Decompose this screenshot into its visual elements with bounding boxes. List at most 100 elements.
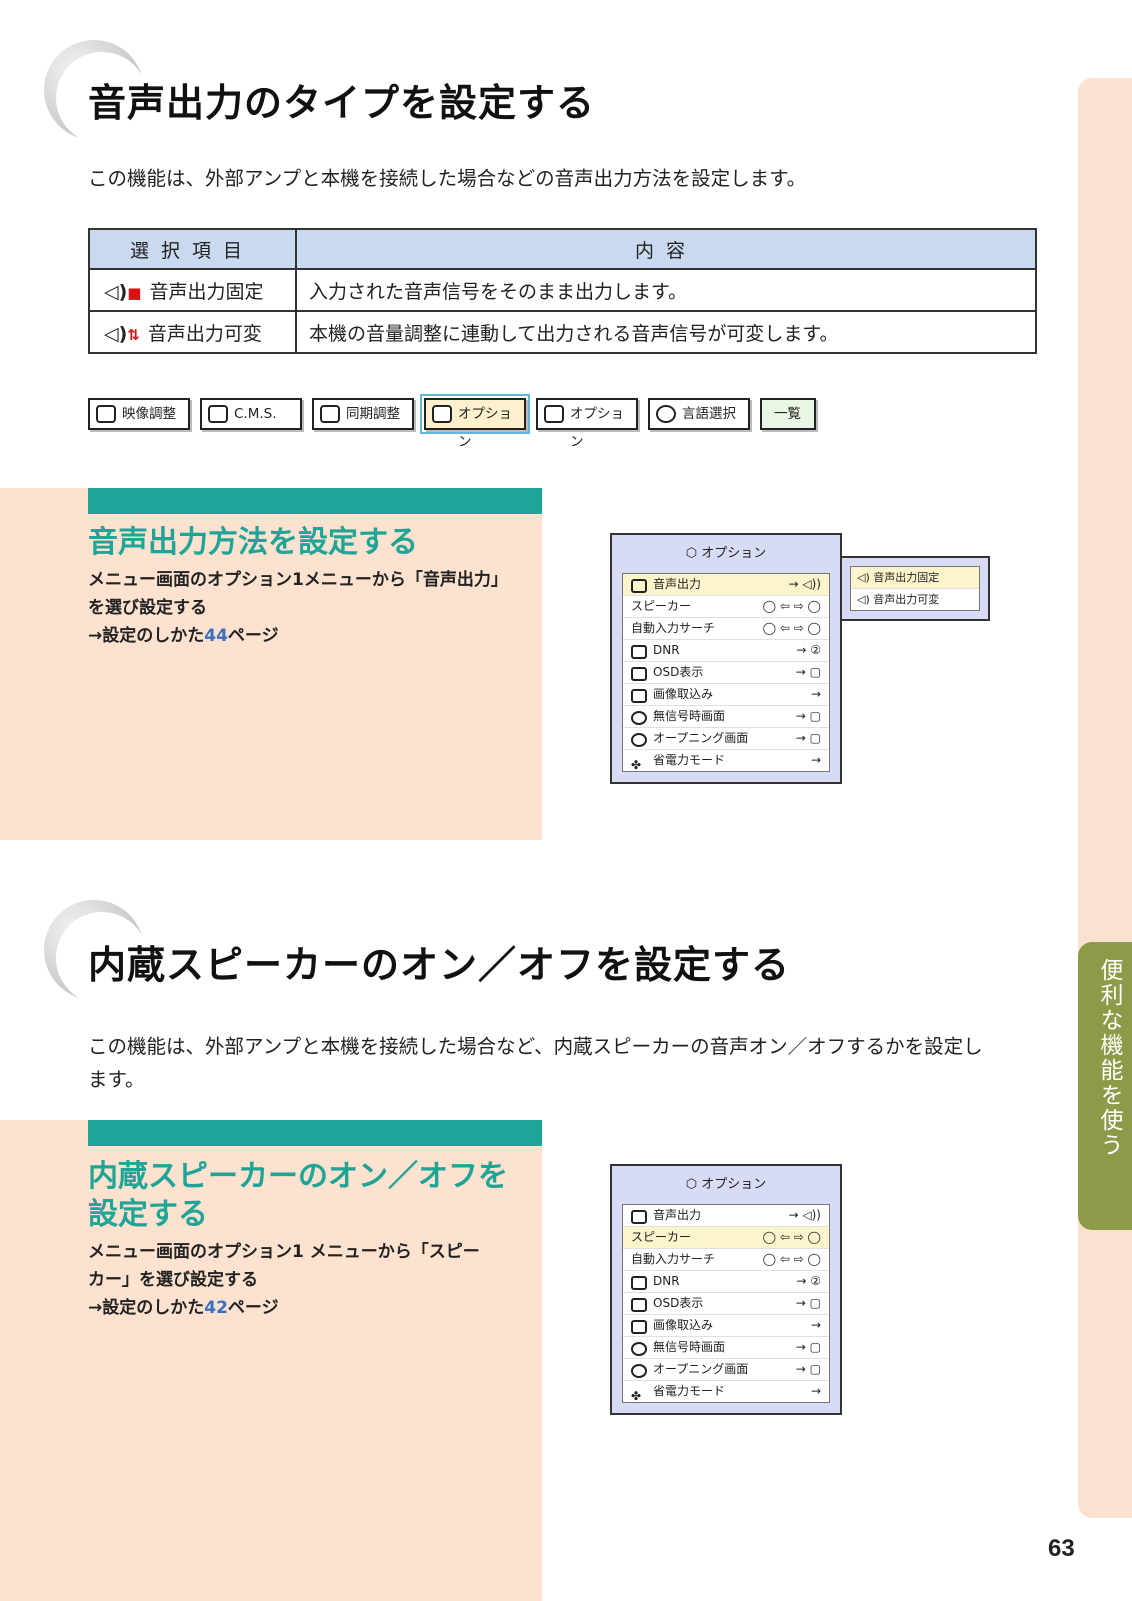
- background-icon: [631, 1342, 647, 1356]
- osd-item-opening[interactable]: オープニング画面 → ▢: [623, 728, 829, 750]
- osd-item-speaker[interactable]: スピーカー ◯ ⇦ ⇨ ◯: [623, 1227, 829, 1249]
- speaker-variable-icon: ◁): [857, 593, 874, 606]
- option-icon: ⬡: [685, 1177, 702, 1192]
- sub2-bar: [88, 1120, 542, 1146]
- tab-option2[interactable]: オプション: [536, 398, 638, 450]
- sub1-bar: [88, 488, 542, 514]
- table-row: ◁)■ 音声出力固定 入力された音声信号をそのまま出力します。: [88, 268, 1037, 312]
- section2-title: 内蔵スピーカーのオン／オフを設定する: [88, 943, 791, 987]
- osd-icon: [631, 1298, 647, 1312]
- osd-title: ⬡ オプション: [685, 1177, 767, 1192]
- table-item-label: 音声出力可変: [147, 322, 262, 345]
- side-tab-background: [1078, 78, 1132, 1518]
- sub1-line1: メニュー画面のオプション1メニューから「音声出力」: [88, 570, 508, 590]
- tab-label: オプション: [458, 406, 512, 450]
- tab-picture[interactable]: 映像調整: [88, 398, 190, 430]
- speaker-icon: [631, 1210, 647, 1224]
- osd-option-menu: ⬡ オプション 音声出力 → ◁)) スピーカー ◯ ⇦ ⇨ ◯ 自動入力サーチ ◯ …: [610, 533, 842, 784]
- option2-icon: [544, 405, 564, 423]
- submenu-item-variable[interactable]: ◁) 音声出力可変: [851, 589, 979, 610]
- side-tab-label: 便利な機能を使う: [1096, 958, 1122, 1158]
- tab-language[interactable]: 言語選択: [648, 398, 750, 430]
- tab-list[interactable]: 一覧: [760, 398, 816, 430]
- background-icon: [631, 711, 647, 725]
- osd-title: ⬡ オプション: [685, 546, 767, 561]
- tab-label: C.M.S.: [234, 406, 277, 422]
- osd-list: 音声出力 → ◁)) スピーカー ◯ ⇦ ⇨ ◯ 自動入力サーチ ◯ ⇦ ⇨ ◯ DN…: [622, 1204, 830, 1403]
- osd-item-osd-display[interactable]: OSD表示 → ▢: [623, 1293, 829, 1315]
- speaker-variable-icon: ◁)⇅: [104, 322, 140, 345]
- sub2-text: メニュー画面のオプション1 メニューから「スピー カー」を選び設定する →設定の…: [88, 1238, 480, 1322]
- cms-icon: [208, 405, 228, 423]
- sub2-heading-line1: 内蔵スピーカーのオン／オフを: [88, 1159, 508, 1194]
- option-table: 選択項目 内容 ◁)■ 音声出力固定 入力された音声信号をそのまま出力します。 ◁…: [88, 228, 1037, 354]
- osd-item-no-signal[interactable]: 無信号時画面 → ▢: [623, 706, 829, 728]
- sub1-text: メニュー画面のオプション1メニューから「音声出力」 を選び設定する →設定のしか…: [88, 566, 508, 650]
- sub2-heading: 内蔵スピーカーのオン／オフを 設定する: [88, 1158, 508, 1234]
- sub2-ref: →設定のしかた42ページ: [88, 1298, 279, 1318]
- sub2-line2: カー」を選び設定する: [88, 1270, 258, 1290]
- osd-submenu: ◁) 音声出力固定 ◁) 音声出力可変: [840, 556, 990, 621]
- osd-item-power-save[interactable]: ✤ 省電力モード →: [623, 1381, 829, 1403]
- tab-label: オプション: [570, 406, 624, 450]
- submenu-item-fixed[interactable]: ◁) 音声出力固定: [851, 567, 979, 589]
- osd-item-no-signal[interactable]: 無信号時画面 → ▢: [623, 1337, 829, 1359]
- osd-item-dnr[interactable]: DNR → ②: [623, 1271, 829, 1293]
- table-item-label: 音声出力固定: [149, 280, 264, 303]
- osd-item-auto-search[interactable]: 自動入力サーチ ◯ ⇦ ⇨ ◯: [623, 618, 829, 640]
- osd-item-capture[interactable]: 画像取込み →: [623, 1315, 829, 1337]
- tab-sync[interactable]: 同期調整: [312, 398, 414, 430]
- section1-title: 音声出力のタイプを設定する: [88, 81, 596, 125]
- sub2-heading-line2: 設定する: [88, 1197, 208, 1232]
- startup-icon: [631, 1364, 647, 1378]
- leaf-icon: ✤: [631, 1389, 642, 1403]
- sub1-heading: 音声出力方法を設定する: [88, 525, 418, 560]
- osd-icon: [631, 667, 647, 681]
- speaker-fixed-icon: ◁): [857, 571, 874, 584]
- sub2-line1: メニュー画面のオプション1 メニューから「スピー: [88, 1242, 480, 1262]
- osd-item-osd-display[interactable]: OSD表示 → ▢: [623, 662, 829, 684]
- osd-item-speaker[interactable]: スピーカー ◯ ⇦ ⇨ ◯: [623, 596, 829, 618]
- table-header-content: 内容: [295, 228, 1037, 270]
- tab-cms[interactable]: C.M.S.: [200, 398, 302, 430]
- sync-icon: [320, 405, 340, 423]
- capture-icon: [631, 1320, 647, 1334]
- tab-label: 同期調整: [346, 406, 400, 422]
- osd-item-dnr[interactable]: DNR → ②: [623, 640, 829, 662]
- speaker-icon: [631, 579, 647, 593]
- sub1-ref: →設定のしかた44ページ: [88, 626, 279, 646]
- leaf-icon: ✤: [631, 758, 642, 772]
- section1-intro: この機能は、外部アンプと本機を接続した場合などの音声出力方法を設定します。: [88, 167, 807, 190]
- section2-intro-line1: この機能は、外部アンプと本機を接続した場合など、内蔵スピーカーの音声オン／オフす…: [88, 1035, 983, 1058]
- option1-icon: [432, 405, 452, 423]
- table-item-desc: 本機の音量調整に連動して出力される音声信号が可変します。: [295, 310, 1037, 354]
- speaker-fixed-icon: ◁)■: [104, 280, 142, 303]
- tab-label: 一覧: [774, 406, 801, 422]
- osd-item-audio-output[interactable]: 音声出力 → ◁)): [623, 1205, 829, 1227]
- option-icon: ⬡: [685, 546, 702, 561]
- sub1-line2: を選び設定する: [88, 598, 207, 618]
- language-icon: [656, 405, 676, 423]
- page-ref-link[interactable]: 44: [204, 626, 228, 646]
- osd-list: 音声出力 → ◁)) スピーカー ◯ ⇦ ⇨ ◯ 自動入力サーチ ◯ ⇦ ⇨ ◯ DN…: [622, 573, 830, 772]
- tab-label: 映像調整: [122, 406, 176, 422]
- table-row: ◁)⇅ 音声出力可変 本機の音量調整に連動して出力される音声信号が可変します。: [88, 310, 1037, 354]
- osd-item-capture[interactable]: 画像取込み →: [623, 684, 829, 706]
- section2-intro-line2: ます。: [88, 1068, 145, 1091]
- startup-icon: [631, 733, 647, 747]
- table-header-item: 選択項目: [88, 228, 297, 270]
- picture-icon: [96, 405, 116, 423]
- submenu-list: ◁) 音声出力固定 ◁) 音声出力可変: [850, 566, 980, 611]
- tab-label: 言語選択: [682, 406, 736, 422]
- table-item-desc: 入力された音声信号をそのまま出力します。: [295, 268, 1037, 312]
- osd-item-audio-output[interactable]: 音声出力 → ◁)): [623, 574, 829, 596]
- osd-option-menu-2: ⬡ オプション 音声出力 → ◁)) スピーカー ◯ ⇦ ⇨ ◯ 自動入力サーチ ◯ …: [610, 1164, 842, 1415]
- osd-item-power-save[interactable]: ✤ 省電力モード →: [623, 750, 829, 772]
- capture-icon: [631, 689, 647, 703]
- osd-item-auto-search[interactable]: 自動入力サーチ ◯ ⇦ ⇨ ◯: [623, 1249, 829, 1271]
- osd-item-opening[interactable]: オープニング画面 → ▢: [623, 1359, 829, 1381]
- page-number: 63: [1048, 1535, 1075, 1562]
- page-ref-link[interactable]: 42: [204, 1298, 228, 1318]
- tab-option1[interactable]: オプション: [420, 394, 530, 450]
- section2-intro: この機能は、外部アンプと本機を接続した場合など、内蔵スピーカーの音声オン／オフす…: [88, 1030, 983, 1096]
